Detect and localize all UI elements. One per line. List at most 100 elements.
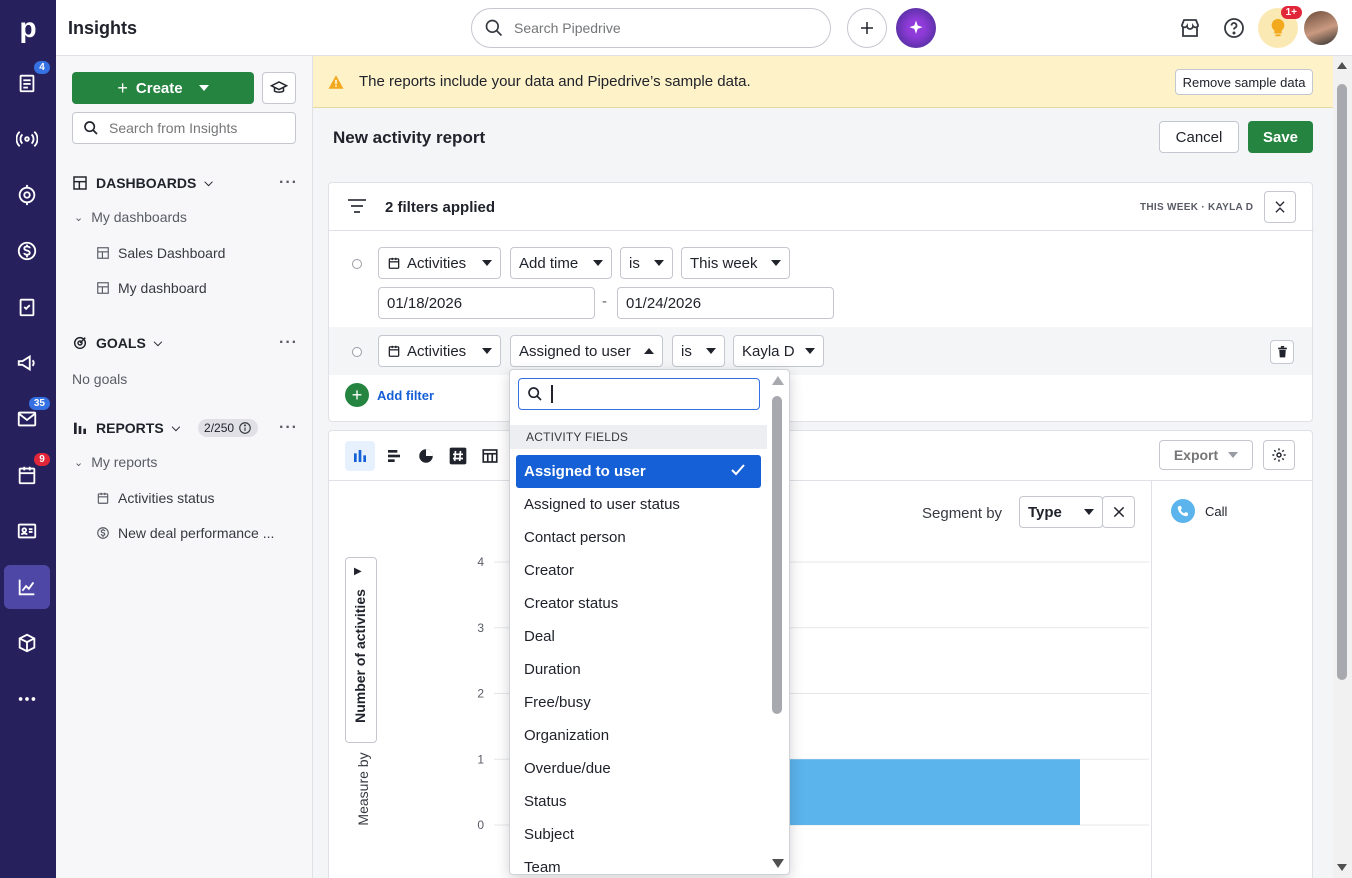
segment-by-select[interactable]: Type <box>1019 496 1103 528</box>
add-filter-label: Add filter <box>377 387 435 403</box>
viz-table-button[interactable] <box>475 441 505 471</box>
tips-button[interactable]: 1+ <box>1258 6 1302 48</box>
dashboard-item-label: My dashboard <box>118 280 207 296</box>
dropdown-item[interactable]: Organization <box>516 719 761 752</box>
goals-section-header[interactable]: GOALS ⌵ ··· <box>72 334 298 352</box>
rail-item-insights[interactable] <box>4 565 50 609</box>
filter-row-dot <box>352 347 362 357</box>
dropdown-item[interactable]: Creator <box>516 554 761 587</box>
rail-item-leads[interactable]: 4 <box>4 61 50 105</box>
rail-item-activities[interactable] <box>4 285 50 329</box>
viz-bar-button[interactable] <box>379 441 409 471</box>
rail-item-campaign[interactable] <box>4 341 50 385</box>
scroll-down-arrow[interactable] <box>772 859 784 868</box>
filter2-field-select[interactable]: Assigned to user <box>510 335 663 367</box>
ai-assistant-button[interactable] <box>896 8 936 48</box>
scroll-up-arrow[interactable] <box>1337 62 1347 69</box>
create-button[interactable]: + Create <box>72 72 254 104</box>
add-filter-button[interactable]: + Add filter <box>345 383 434 407</box>
dashboard-item-my[interactable]: My dashboard <box>96 280 207 296</box>
dropdown-item[interactable]: Deal <box>516 620 761 653</box>
dropdown-item[interactable]: Overdue/due <box>516 752 761 785</box>
close-icon <box>1113 506 1124 518</box>
filter1-field-select[interactable]: Add time <box>510 247 612 279</box>
learn-button[interactable] <box>262 72 296 104</box>
dropdown-scroll-thumb[interactable] <box>772 396 782 714</box>
chart-settings-button[interactable] <box>1263 440 1295 470</box>
dropdown-item[interactable]: Assigned to user <box>516 455 761 488</box>
report-item-activities-status[interactable]: Activities status <box>96 490 214 506</box>
rail-item-contacts[interactable] <box>4 509 50 553</box>
viz-column-button[interactable] <box>345 441 375 471</box>
date-to-input[interactable]: 01/24/2026 <box>617 287 834 319</box>
y-tick-label: 1 <box>477 752 484 766</box>
rail-item-deals[interactable] <box>4 229 50 273</box>
remove-sample-data-button[interactable]: Remove sample data <box>1175 69 1313 95</box>
top-bar: Insights Search Pipedrive 1+ <box>56 0 1352 56</box>
dropdown-item[interactable]: Assigned to user status <box>516 488 761 521</box>
reports-count: 2/250 <box>204 421 235 435</box>
contact-card-icon <box>17 523 37 539</box>
help-button[interactable] <box>1222 16 1246 43</box>
filter2-entity-select[interactable]: Activities <box>378 335 501 367</box>
viz-pie-button[interactable] <box>411 441 441 471</box>
plus-icon <box>861 22 873 34</box>
filter2-value-select[interactable]: Kayla D <box>733 335 824 367</box>
delete-filter-button[interactable] <box>1270 340 1294 364</box>
filter1-field-value: Add time <box>519 254 579 272</box>
dashboards-title: DASHBOARDS <box>96 175 197 191</box>
page-scrollbar[interactable] <box>1333 56 1352 878</box>
legend-item-call[interactable]: Call <box>1171 499 1227 523</box>
dropdown-item[interactable]: Team <box>516 851 761 874</box>
rail-item-projects[interactable] <box>4 173 50 217</box>
filter-row-dot <box>352 259 362 269</box>
dropdown-item-label: Assigned to user status <box>524 496 680 513</box>
rail-item-calendar[interactable]: 9 <box>4 453 50 497</box>
create-button-label: Create <box>135 79 183 97</box>
date-from-input[interactable]: 01/18/2026 <box>378 287 595 319</box>
dropdown-item[interactable]: Creator status <box>516 587 761 620</box>
filter2-operator-select[interactable]: is <box>672 335 725 367</box>
reports-section-header[interactable]: REPORTS ⌵ 2/250 ··· <box>72 419 298 437</box>
field-search-input[interactable] <box>518 378 760 410</box>
my-reports-group[interactable]: ⌄ My reports <box>74 454 157 470</box>
rail-item-mail[interactable]: 35 <box>4 397 50 441</box>
global-search-input[interactable]: Search Pipedrive <box>471 8 831 48</box>
my-dashboards-group[interactable]: ⌄ My dashboards <box>74 209 187 225</box>
page-scroll-thumb[interactable] <box>1337 84 1347 680</box>
dashboards-more-icon[interactable]: ··· <box>279 174 298 192</box>
rail-item-more[interactable] <box>4 677 50 721</box>
dropdown-item[interactable]: Subject <box>516 818 761 851</box>
dropdown-item[interactable]: Free/busy <box>516 686 761 719</box>
goals-more-icon[interactable]: ··· <box>279 334 298 352</box>
user-avatar[interactable] <box>1304 11 1338 45</box>
dropdown-item[interactable]: Contact person <box>516 521 761 554</box>
export-label: Export <box>1173 447 1219 463</box>
dropdown-item[interactable]: Duration <box>516 653 761 686</box>
cancel-button[interactable]: Cancel <box>1159 121 1239 153</box>
measure-by-select[interactable]: ▶ Number of activities <box>345 557 377 743</box>
quick-add-button[interactable] <box>847 8 887 48</box>
dropdown-item-label: Creator <box>524 562 575 579</box>
filter1-value-select[interactable]: This week <box>681 247 790 279</box>
report-item-deal-performance[interactable]: New deal performance ... <box>96 525 274 541</box>
scroll-down-arrow[interactable] <box>1337 864 1347 871</box>
rail-item-products[interactable] <box>4 621 50 665</box>
reports-more-icon[interactable]: ··· <box>279 419 298 437</box>
scroll-up-arrow[interactable] <box>772 376 784 385</box>
collapse-filters-button[interactable] <box>1264 191 1296 223</box>
dashboard-item-sales[interactable]: Sales Dashboard <box>96 245 225 261</box>
insights-search-input[interactable]: Search from Insights <box>72 112 296 144</box>
dropdown-item[interactable]: Status <box>516 785 761 818</box>
save-button[interactable]: Save <box>1248 121 1313 153</box>
search-icon <box>485 19 503 37</box>
dashboards-section-header[interactable]: DASHBOARDS ⌵ ··· <box>72 174 298 192</box>
marketplace-button[interactable] <box>1178 16 1202 43</box>
clear-segment-button[interactable] <box>1102 496 1135 528</box>
filter1-entity-select[interactable]: Activities <box>378 247 501 279</box>
rail-item-campaigns[interactable] <box>4 117 50 161</box>
export-button[interactable]: Export <box>1159 440 1253 470</box>
pipedrive-logo[interactable]: p <box>0 0 56 56</box>
filter1-operator-select[interactable]: is <box>620 247 673 279</box>
viz-scorecard-button[interactable] <box>443 441 473 471</box>
